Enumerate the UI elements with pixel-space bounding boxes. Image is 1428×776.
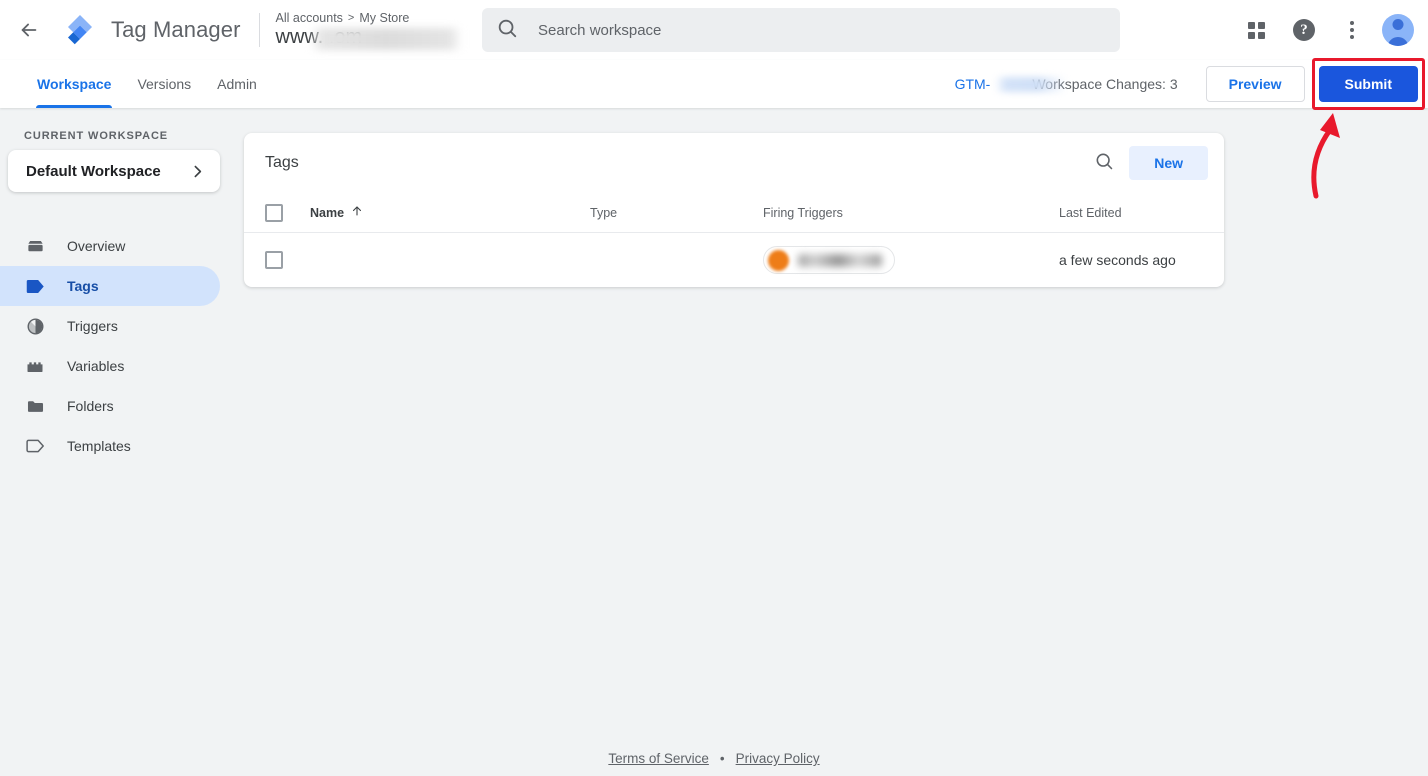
new-tag-button[interactable]: New	[1129, 146, 1208, 180]
tags-search-button[interactable]	[1087, 146, 1121, 180]
footer: Terms of Service • Privacy Policy	[0, 751, 1428, 766]
breadcrumb-all-accounts[interactable]: All accounts	[276, 11, 343, 25]
breadcrumb: All accounts > My Store	[276, 11, 410, 25]
search-icon	[1094, 151, 1114, 176]
tags-card: Tags New Name Type Firing Triggers Las	[244, 133, 1224, 287]
current-workspace-name: Default Workspace	[26, 163, 161, 180]
nav-right-actions: GTM- Workspace Changes: 3 Preview Submit	[955, 60, 1428, 108]
sidebar-item-variables-label: Variables	[67, 358, 124, 374]
account-container-selector[interactable]: All accounts > My Store www. .om	[276, 11, 410, 49]
product-title: Tag Manager	[111, 17, 241, 43]
tags-card-header: Tags New	[244, 133, 1224, 193]
tab-versions[interactable]: Versions	[124, 60, 204, 108]
top-app-bar: Tag Manager All accounts > My Store www.…	[0, 0, 1428, 60]
table-row[interactable]: a few seconds ago	[244, 233, 1224, 287]
sidebar-item-triggers-label: Triggers	[67, 318, 118, 334]
more-options-button[interactable]	[1332, 10, 1372, 50]
chevron-right-icon	[189, 163, 206, 180]
apps-grid-icon	[1248, 22, 1265, 39]
container-name: www. .om	[276, 26, 363, 49]
breadcrumb-account[interactable]: My Store	[359, 11, 409, 25]
help-button[interactable]: ?	[1284, 10, 1324, 50]
sidebar-item-tags-label: Tags	[67, 278, 99, 294]
variables-block-icon	[24, 358, 46, 375]
sidebar: CURRENT WORKSPACE Default Workspace Over…	[0, 108, 236, 776]
tab-workspace[interactable]: Workspace	[24, 60, 124, 108]
sidebar-item-folders[interactable]: Folders	[0, 386, 220, 426]
overview-box-icon	[24, 237, 46, 256]
sidebar-item-templates-label: Templates	[67, 438, 131, 454]
container-row[interactable]: www. .om	[276, 26, 410, 49]
brand-area[interactable]: Tag Manager	[58, 12, 241, 48]
cell-last-edited: a few seconds ago	[1059, 252, 1209, 268]
workspace-nav-bar: Workspace Versions Admin GTM- Workspace …	[0, 60, 1428, 108]
arrow-left-icon	[18, 19, 40, 41]
sidebar-section-label: CURRENT WORKSPACE	[0, 108, 236, 150]
nav-tabs: Workspace Versions Admin	[0, 60, 270, 108]
current-workspace-card[interactable]: Default Workspace	[8, 150, 220, 192]
apps-button[interactable]	[1236, 10, 1276, 50]
search-icon	[496, 17, 518, 44]
workspace-search-box[interactable]	[482, 8, 1120, 52]
back-button[interactable]	[0, 0, 58, 60]
top-bar-actions: ?	[1236, 0, 1414, 60]
sidebar-item-folders-label: Folders	[67, 398, 114, 414]
gtm-container-id[interactable]: GTM-	[955, 76, 1001, 92]
tags-card-actions: New	[1087, 146, 1208, 180]
sidebar-item-overview-label: Overview	[67, 238, 125, 254]
search-input[interactable]	[538, 22, 1106, 39]
firing-trigger-redaction	[798, 254, 882, 267]
help-icon: ?	[1293, 19, 1315, 41]
privacy-policy-link[interactable]: Privacy Policy	[736, 751, 820, 766]
gtm-container-id-text: GTM-	[955, 76, 991, 92]
tab-versions-label: Versions	[137, 76, 191, 92]
template-tag-outline-icon	[24, 438, 46, 454]
tab-workspace-label: Workspace	[37, 76, 111, 92]
tag-manager-page: Tag Manager All accounts > My Store www.…	[0, 0, 1428, 776]
header-divider	[259, 13, 260, 47]
sidebar-item-templates[interactable]: Templates	[0, 426, 220, 466]
sidebar-item-overview[interactable]: Overview	[0, 226, 220, 266]
more-vert-icon	[1350, 21, 1354, 39]
breadcrumb-separator-icon: >	[348, 12, 354, 24]
arrow-up-icon	[351, 205, 363, 220]
container-name-redaction	[310, 28, 462, 50]
submit-button[interactable]: Submit	[1319, 66, 1418, 102]
avatar-body	[1388, 37, 1409, 46]
submit-button-wrapper: Submit	[1319, 66, 1418, 102]
terms-of-service-link[interactable]: Terms of Service	[608, 751, 709, 766]
avatar-head	[1393, 19, 1404, 30]
column-header-firing-triggers[interactable]: Firing Triggers	[763, 206, 1059, 220]
gtm-id-redaction	[995, 77, 1067, 92]
tab-admin[interactable]: Admin	[204, 60, 270, 108]
row-checkbox[interactable]	[265, 251, 283, 269]
table-header-row: Name Type Firing Triggers Last Edited	[244, 193, 1224, 233]
trigger-circle-icon	[24, 317, 46, 336]
column-header-name-label: Name	[310, 206, 344, 220]
trigger-avatar-icon	[768, 250, 789, 271]
tag-icon	[24, 278, 46, 295]
firing-trigger-chip[interactable]	[763, 246, 895, 274]
page-title: Tags	[265, 154, 299, 172]
sidebar-item-triggers[interactable]: Triggers	[0, 306, 220, 346]
column-header-last-edited[interactable]: Last Edited	[1059, 206, 1209, 220]
annotation-arrow-icon	[1296, 108, 1356, 203]
folder-icon	[24, 398, 46, 415]
footer-separator: •	[720, 751, 725, 766]
tab-admin-label: Admin	[217, 76, 257, 92]
select-all-checkbox[interactable]	[265, 204, 283, 222]
sidebar-item-variables[interactable]: Variables	[0, 346, 220, 386]
column-header-type[interactable]: Type	[590, 206, 763, 220]
tag-manager-logo	[62, 12, 98, 48]
sidebar-item-tags[interactable]: Tags	[0, 266, 220, 306]
column-header-name[interactable]: Name	[310, 205, 590, 220]
preview-button[interactable]: Preview	[1206, 66, 1305, 102]
sidebar-nav-list: Overview Tags Triggers Variables	[0, 226, 236, 466]
cell-firing-triggers	[763, 246, 1059, 274]
avatar[interactable]	[1382, 14, 1414, 46]
